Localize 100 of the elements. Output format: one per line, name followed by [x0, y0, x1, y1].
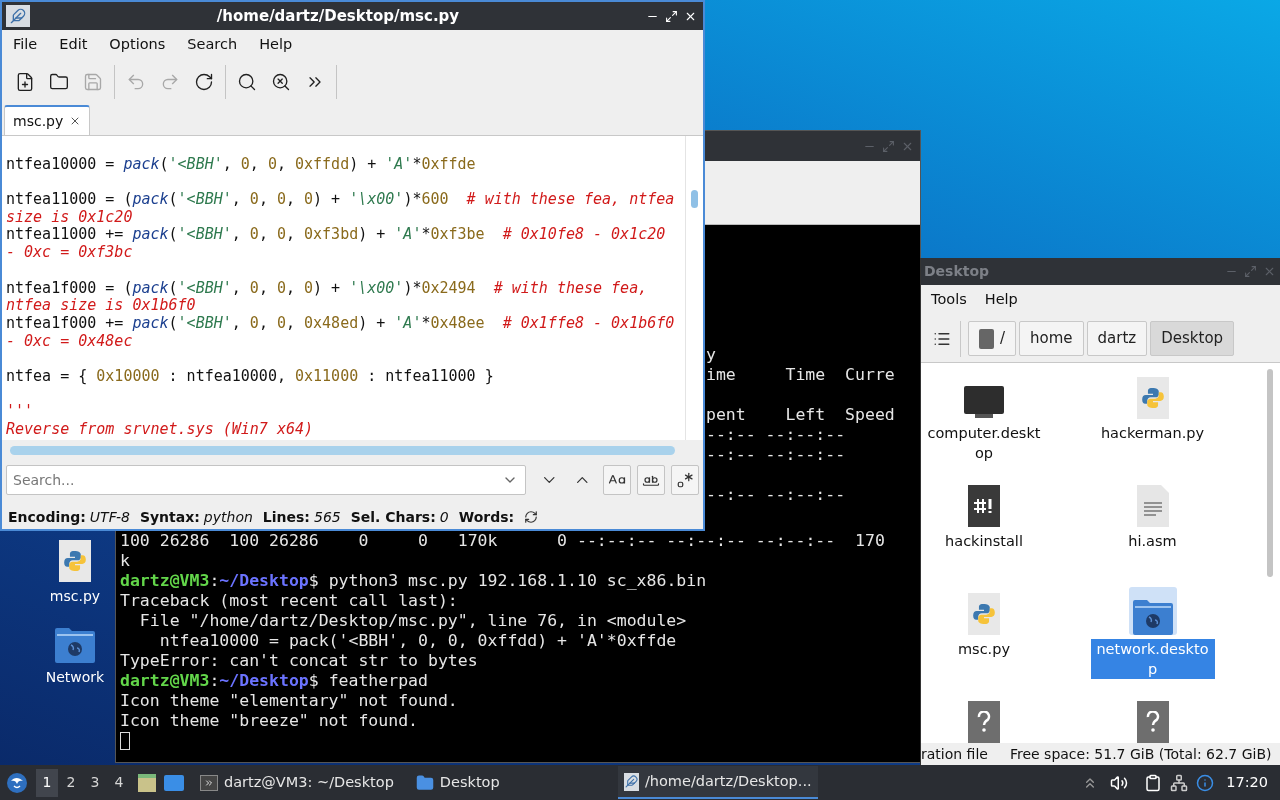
desktop-icon-label[interactable]: msc.py	[49, 586, 101, 607]
status-label: Lines:	[262, 507, 310, 527]
feather-icon	[623, 772, 639, 791]
reload-icon	[194, 72, 214, 92]
code-line: size is 0x1c20	[6, 208, 133, 227]
menu-item[interactable]: Help	[978, 289, 1024, 311]
code-line: Reverse from srvnet.sys (Win7 x64)	[6, 421, 314, 439]
save-icon	[83, 72, 103, 92]
file-tab[interactable]: msc.py	[4, 105, 91, 135]
code-line: ntfea1f000 = (pack('<BBH', 0, 0, 0) + '\x00')*0x2494 # with these fea,	[6, 279, 648, 298]
menu-item[interactable]: Edit	[50, 34, 97, 56]
python-file-icon[interactable]	[59, 540, 91, 582]
terminal-line: y	[706, 345, 716, 365]
text-file-icon	[1136, 485, 1169, 527]
window-title: /home/dartz/Desktop/msc.py	[216, 5, 460, 27]
script-file-icon	[968, 485, 1000, 527]
task-button[interactable]: /home/dartz/Desktop...	[617, 766, 818, 799]
terminal-line: Icon theme "elementary" not found.	[120, 691, 458, 711]
folder-icon	[49, 72, 69, 92]
workspace-button[interactable]: 4	[108, 768, 130, 797]
volume-icon[interactable]	[1110, 773, 1129, 792]
status-label: Words:	[458, 507, 515, 527]
terminal-line: --:-- --:--:--	[706, 485, 846, 505]
horizontal-scrollbar[interactable]	[10, 445, 675, 455]
maximize-icon[interactable]	[665, 9, 678, 23]
menu-item[interactable]: Search	[178, 34, 247, 56]
path-button[interactable]: home	[1019, 321, 1084, 356]
redo-icon	[160, 72, 180, 92]
status-value: python	[203, 507, 253, 527]
path-button[interactable]: dartz	[1086, 321, 1148, 356]
search-option-button[interactable]	[671, 465, 699, 495]
workspace-button[interactable]: 2	[60, 768, 82, 797]
terminal-line: pent Left Speed	[706, 405, 895, 425]
terminal-line: File "/home/dartz/Desktop/msc.py", line 76, in <module>	[138, 611, 687, 631]
terminal-line: ntfea10000 = pack('<BBH', 0, 0, 0xffdd) + 'A'*0xffde	[158, 631, 677, 651]
feather-icon	[6, 5, 30, 27]
undo-icon	[126, 72, 146, 92]
folder-icon	[415, 773, 434, 792]
code-line: ntfea11000 += pack('<BBH', 0, 0, 0xf3bd) + 'A'*0xf3be # 0x10fe8 - 0x1c20	[6, 226, 666, 245]
workspace-button[interactable]: 3	[84, 768, 106, 797]
menu-item[interactable]: File	[4, 34, 47, 56]
workspace-button[interactable]: 1	[36, 768, 58, 797]
status-text: Free space: 51.7 GiB (Total: 62.7 GiB)	[1009, 744, 1272, 764]
network-icon[interactable]	[1170, 773, 1189, 792]
code-line: '''	[6, 403, 34, 422]
python-file-icon	[1136, 377, 1169, 419]
path-button[interactable]: Desktop	[1150, 321, 1235, 356]
start-menu-icon[interactable]	[6, 771, 28, 794]
terminal-line: Traceback (most recent call last):	[120, 591, 458, 611]
status-label: Syntax:	[139, 507, 200, 527]
code-line: - 0xc = 0x48ec	[6, 332, 133, 351]
terminal-line: dartz@VM3:~/Desktop$ featherpad	[120, 671, 428, 691]
menu-item[interactable]: Tools	[925, 289, 973, 311]
file-view[interactable]: computer.desktop hackerman.py hackinstall hi.asm msc.py network.desktop	[921, 363, 1280, 743]
file-cabinet-icon[interactable]	[138, 773, 156, 792]
status-value: UTF-8	[89, 507, 130, 527]
python-file-icon	[968, 593, 1000, 635]
scrollbar-thumb[interactable]	[691, 190, 698, 208]
terminal-line: k	[120, 551, 130, 571]
globe-folder-icon	[1132, 599, 1173, 635]
search-option-button[interactable]	[603, 465, 632, 495]
globe-folder-icon	[55, 627, 95, 663]
search-icon	[237, 72, 257, 92]
code-line: ntfea11000 = (pack('<BBH', 0, 0, 0) + '\x00')*600 # with these fea, ntfea	[6, 191, 675, 209]
code-line: ntfea10000 = pack('<BBH', 0, 0, 0xffdd) + 'A'*0xffde	[6, 155, 476, 174]
code-line: ntfea size is 0x1b6f0	[6, 297, 196, 315]
new-file-icon	[15, 72, 35, 92]
path-button[interactable]: /	[968, 321, 1017, 356]
monitor-icon	[963, 385, 1005, 419]
task-button[interactable]: dartz@VM3: ~/Desktop	[194, 766, 400, 799]
code-line: ntfea = { 0x10000 : ntfea10000, 0x11000 : ntfea11000 }	[6, 368, 494, 386]
status-value: 565	[313, 507, 341, 527]
menu-item[interactable]: Help	[250, 34, 302, 56]
status-text: ration file	[921, 744, 988, 764]
terminal-line: --:-- --:--:--	[706, 425, 846, 445]
menu-item[interactable]: Options	[100, 34, 175, 56]
terminal-line: --:-- --:--:--	[706, 445, 846, 465]
drive-icon	[979, 328, 994, 349]
refresh-icon[interactable]	[524, 510, 539, 524]
regex-icon	[676, 471, 694, 489]
unknown-file-icon	[968, 701, 1000, 743]
search-option-button[interactable]	[637, 465, 666, 495]
clipboard-icon[interactable]	[1144, 773, 1163, 792]
scrollbar-thumb[interactable]	[1267, 369, 1273, 577]
search-field[interactable]: Search...	[6, 465, 526, 495]
code-line: ntfea1f000 += pack('<BBH', 0, 0, 0x48ed) + 'A'*0x48ee # 0x1ffe8 - 0x1b6f0	[6, 315, 675, 333]
terminal-icon	[200, 774, 218, 791]
clock[interactable]: 17:20	[1226, 771, 1268, 794]
desktop-icon[interactable]	[164, 774, 184, 791]
terminal-line: 100 26286 100 26286 0 0 170k 0 --:--:-- --:--:-- --:--:-- 170	[120, 531, 885, 551]
terminal-line: dartz@VM3:~/Desktop$ python3 msc.py 192.168.1.10 sc_x86.bin	[120, 571, 707, 591]
text-cursor	[120, 732, 130, 750]
file-label[interactable]: network.desktop	[1090, 639, 1215, 679]
task-button[interactable]: Desktop	[409, 766, 506, 799]
desktop-icon-label[interactable]: Network	[45, 667, 105, 688]
code-line: - 0xc = 0xf3bc	[6, 244, 133, 262]
info-icon[interactable]	[1196, 773, 1215, 792]
search-replace-icon	[271, 72, 291, 92]
unknown-file-icon	[1136, 701, 1169, 743]
terminal-line: ime Time Curre	[706, 365, 895, 385]
